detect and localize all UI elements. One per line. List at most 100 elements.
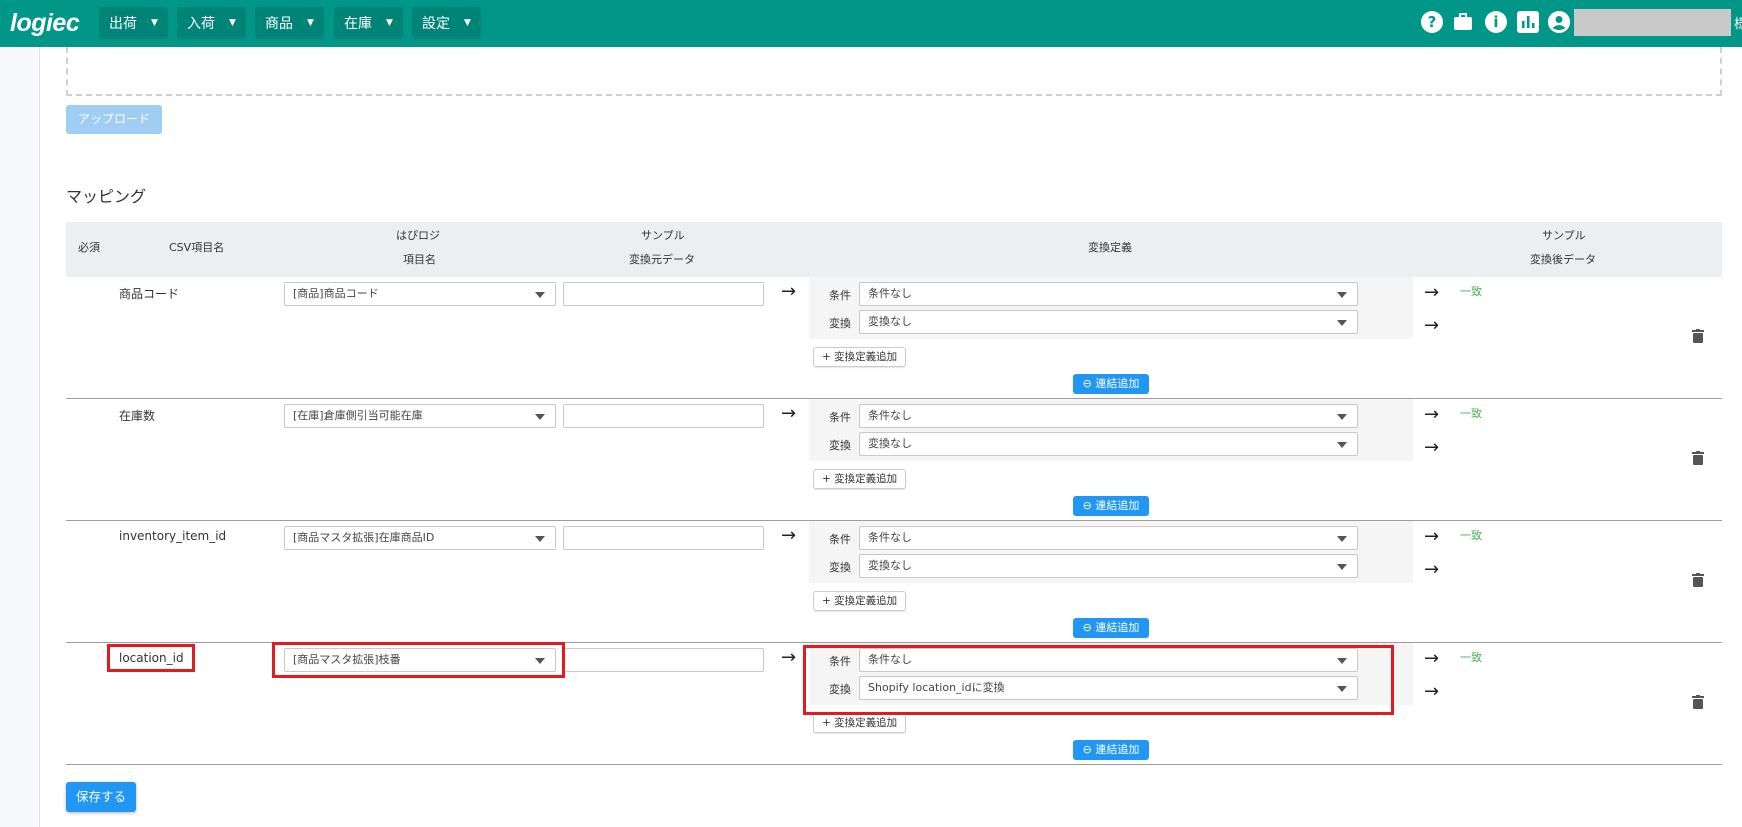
highlight-logi-item [272, 642, 565, 678]
select-value: [商品]商品コード [293, 287, 379, 300]
caret-down-icon: ▼ [464, 18, 471, 28]
highlight-conversion [803, 645, 1394, 715]
dropdown-arrow-icon [1337, 442, 1347, 448]
sample-source-input[interactable] [563, 526, 764, 550]
account-icon[interactable] [1548, 11, 1570, 33]
user-suffix: 様 [1734, 17, 1742, 32]
condition-select[interactable]: 条件なし [859, 404, 1358, 428]
select-value: 条件なし [868, 287, 912, 300]
header-sample-dst-2: 変換後データ [1530, 253, 1596, 266]
select-value: 条件なし [868, 409, 912, 422]
add-definition-button[interactable]: + 変換定義追加 [813, 469, 907, 489]
arrow-right-icon: → [781, 525, 797, 546]
link-add-button[interactable]: ⊖ 連結追加 [1073, 374, 1149, 394]
header-sample-src-1: サンプル [641, 229, 685, 242]
arrow-right-icon: → [781, 647, 797, 668]
sample-result: 一致 [1460, 407, 1482, 420]
arrow-right-icon: → [1424, 404, 1440, 425]
add-definition-button[interactable]: + 変換定義追加 [813, 713, 907, 733]
mapping-row: 在庫数 [在庫]倉庫側引当可能在庫 → 条件 条件なし 変換 変換なし → → … [66, 399, 1722, 521]
condition-select[interactable]: 条件なし [859, 282, 1358, 306]
top-navbar: logiec 出荷 ▼ 入荷 ▼ 商品 ▼ 在庫 ▼ 設定 ▼ ? i 様 [0, 0, 1742, 47]
nav-menu-label: 商品 [265, 16, 293, 32]
briefcase-icon[interactable] [1452, 11, 1474, 33]
select-value: 変換なし [868, 437, 912, 450]
logi-item-select[interactable]: [商品]商品コード [284, 282, 556, 306]
section-title: マッピング [66, 187, 147, 206]
table-header: 必須 CSV項目名 はぴロジ 項目名 サンプル 変換元データ 変換定義 サンプル… [66, 222, 1722, 277]
sample-source-input[interactable] [563, 404, 764, 428]
user-name-box[interactable] [1574, 9, 1731, 36]
trash-icon[interactable] [1692, 573, 1704, 587]
main-content: アップロード マッピング 必須 CSV項目名 はぴロジ 項目名 サンプル 変換元… [0, 47, 1742, 827]
sample-source-input[interactable] [563, 282, 764, 306]
upload-button[interactable]: アップロード [66, 105, 162, 134]
nav-menu-label: 入荷 [187, 16, 215, 32]
file-dropzone[interactable] [66, 47, 1722, 96]
dropdown-arrow-icon [1337, 320, 1347, 326]
csv-item-name: 在庫数 [119, 409, 156, 423]
info-icon[interactable]: i [1485, 11, 1507, 33]
nav-menu-receiving[interactable]: 入荷 ▼ [177, 7, 246, 39]
logi-item-select[interactable]: [在庫]倉庫側引当可能在庫 [284, 404, 556, 428]
dropdown-arrow-icon [1337, 292, 1347, 298]
trash-icon[interactable] [1692, 451, 1704, 465]
transform-select[interactable]: 変換なし [859, 310, 1358, 334]
add-definition-button[interactable]: + 変換定義追加 [813, 591, 907, 611]
conversion-definition-box: 条件 条件なし 変換 変換なし [809, 399, 1413, 461]
sample-result: 一致 [1460, 529, 1482, 542]
nav-menu-shipping[interactable]: 出荷 ▼ [99, 7, 168, 39]
dropdown-arrow-icon [1337, 414, 1347, 420]
arrow-right-icon: → [1424, 648, 1440, 669]
csv-item-name: 商品コード [119, 287, 180, 301]
dropdown-arrow-icon [535, 414, 545, 420]
arrow-right-icon: → [781, 403, 797, 424]
select-value: [商品マスタ拡張]在庫商品ID [293, 531, 435, 544]
sample-result: 一致 [1460, 285, 1482, 298]
logi-item-select[interactable]: [商品マスタ拡張]在庫商品ID [284, 526, 556, 550]
add-definition-button[interactable]: + 変換定義追加 [813, 347, 907, 367]
link-add-button[interactable]: ⊖ 連結追加 [1073, 740, 1149, 760]
transform-select[interactable]: 変換なし [859, 432, 1358, 456]
select-value: 条件なし [868, 531, 912, 544]
nav-menu-settings[interactable]: 設定 ▼ [412, 7, 481, 39]
trash-icon[interactable] [1692, 329, 1704, 343]
dropdown-arrow-icon [1337, 536, 1347, 542]
header-csv-item: CSV項目名 [169, 241, 225, 254]
link-add-button[interactable]: ⊖ 連結追加 [1073, 496, 1149, 516]
dropdown-arrow-icon [1337, 564, 1347, 570]
nav-menu-inventory[interactable]: 在庫 ▼ [334, 7, 403, 39]
conversion-definition-box: 条件 条件なし 変換 変換なし [809, 521, 1413, 583]
condition-label: 条件 [829, 533, 851, 546]
transform-select[interactable]: 変換なし [859, 554, 1358, 578]
conversion-definition-box: 条件 条件なし 変換 変換なし [809, 277, 1413, 339]
select-value: 変換なし [868, 559, 912, 572]
save-button[interactable]: 保存する [66, 782, 136, 812]
nav-menu-label: 在庫 [344, 16, 372, 32]
header-required: 必須 [78, 241, 100, 254]
nav-menu-label: 設定 [422, 16, 450, 32]
header-sample-dst-1: サンプル [1542, 229, 1586, 242]
help-icon[interactable]: ? [1421, 11, 1443, 33]
header-logi-item-2: 項目名 [403, 253, 436, 266]
condition-label: 条件 [829, 289, 851, 302]
trash-icon[interactable] [1692, 695, 1704, 709]
transform-label: 変換 [829, 561, 851, 574]
link-add-button[interactable]: ⊖ 連結追加 [1073, 618, 1149, 638]
header-logi-item-1: はぴロジ [396, 229, 440, 242]
arrow-right-icon: → [1424, 526, 1440, 547]
arrow-right-icon: → [1424, 437, 1440, 458]
sample-result: 一致 [1460, 651, 1482, 664]
app-logo[interactable]: logiec [10, 9, 80, 38]
mapping-row: inventory_item_id [商品マスタ拡張]在庫商品ID → 条件 条… [66, 521, 1722, 643]
transform-label: 変換 [829, 317, 851, 330]
select-value: [在庫]倉庫側引当可能在庫 [293, 409, 423, 422]
mapping-row: 商品コード [商品]商品コード → 条件 条件なし 変換 変換なし → → 一致… [66, 277, 1722, 399]
chart-icon[interactable] [1517, 11, 1539, 33]
sample-source-input[interactable] [563, 648, 764, 672]
dropdown-arrow-icon [535, 536, 545, 542]
dropdown-arrow-icon [535, 292, 545, 298]
nav-menu-products[interactable]: 商品 ▼ [255, 7, 324, 39]
arrow-right-icon: → [1424, 559, 1440, 580]
condition-select[interactable]: 条件なし [859, 526, 1358, 550]
